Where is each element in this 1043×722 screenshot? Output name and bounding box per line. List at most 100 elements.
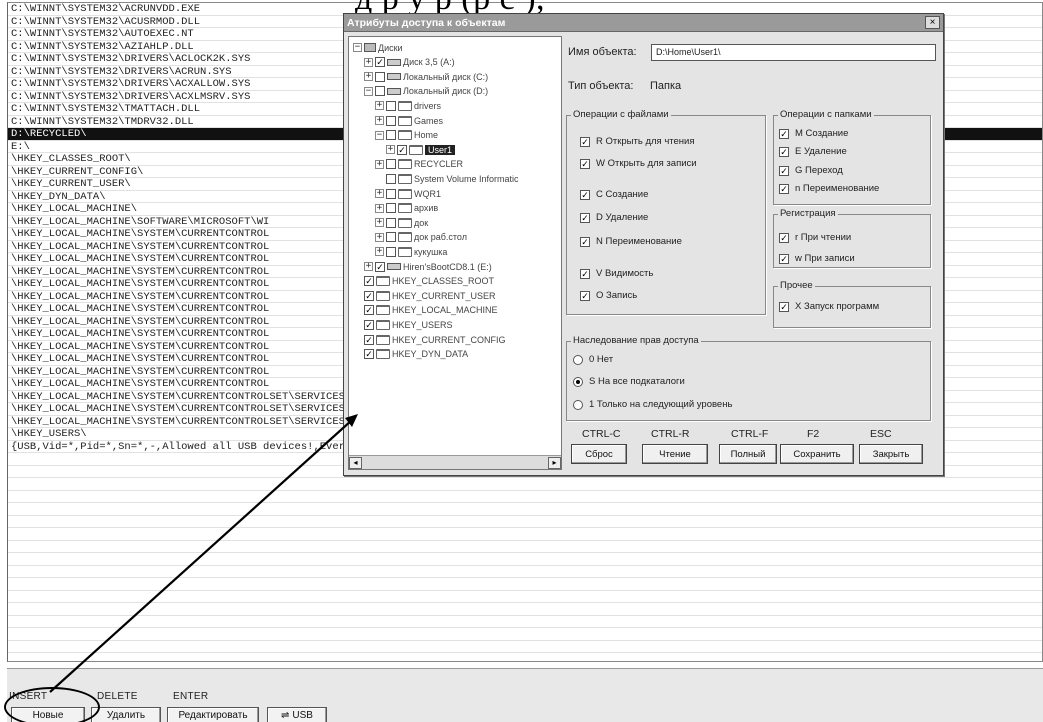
tree-checkbox[interactable] (386, 115, 396, 126)
collapse-icon[interactable]: − (364, 86, 373, 96)
tree-checkbox[interactable] (386, 217, 396, 228)
checkbox-checked-icon[interactable]: ✓ (779, 253, 789, 264)
file-op-checkbox[interactable]: ✓ W Открыть для записи (580, 158, 697, 169)
tree-node[interactable]: + кукушка (375, 245, 447, 258)
scroll-left-icon[interactable]: ◂ (349, 457, 362, 469)
tree-checkbox[interactable]: ✓ (364, 305, 374, 316)
new-button[interactable]: Новые (11, 707, 85, 722)
tree-node[interactable]: + RECYCLER (375, 158, 463, 171)
tree-checkbox[interactable] (386, 232, 396, 243)
inheritance-radio[interactable]: 0 Нет (573, 354, 613, 365)
radio-icon[interactable] (573, 399, 583, 410)
expand-icon[interactable]: + (375, 159, 384, 169)
expand-icon[interactable]: + (375, 116, 384, 125)
reset-button[interactable]: Сброс (571, 444, 627, 464)
expand-icon[interactable]: + (364, 57, 373, 67)
expand-icon[interactable]: + (375, 232, 384, 242)
file-op-checkbox[interactable]: ✓ D Удаление (580, 212, 648, 223)
inheritance-radio[interactable]: 1 Только на следующий уровень (573, 399, 732, 410)
checkbox-checked-icon[interactable]: ✓ (580, 268, 590, 279)
expand-icon[interactable]: + (364, 262, 373, 271)
collapse-icon[interactable]: − (353, 43, 362, 52)
inheritance-radio[interactable]: S На все подкаталоги (573, 376, 685, 387)
tree-node[interactable]: + drivers (375, 99, 441, 112)
radio-icon[interactable] (573, 376, 583, 387)
tree-node[interactable]: + док (375, 216, 428, 229)
delete-button[interactable]: Удалить (91, 707, 161, 722)
checkbox-checked-icon[interactable]: ✓ (779, 146, 789, 157)
expand-icon[interactable]: + (375, 247, 384, 257)
tree-node[interactable]: + Локальный диск (C:) (364, 70, 488, 83)
tree-checkbox[interactable]: ✓ (364, 276, 374, 287)
tree-horizontal-scrollbar[interactable]: ◂ ▸ (349, 455, 561, 469)
tree-node[interactable]: ✓ HKEY_CURRENT_USER (353, 289, 496, 302)
scroll-right-icon[interactable]: ▸ (548, 457, 561, 469)
tree-checkbox[interactable] (375, 71, 385, 82)
folder-op-checkbox[interactable]: ✓ M Создание (779, 128, 848, 139)
save-button[interactable]: Сохранить (780, 444, 854, 464)
expand-icon[interactable]: + (375, 189, 384, 198)
file-op-checkbox[interactable]: ✓ O Запись (580, 290, 637, 301)
collapse-icon[interactable]: − (375, 130, 384, 140)
tree-checkbox[interactable] (386, 159, 396, 170)
tree-checkbox[interactable] (375, 86, 385, 97)
expand-icon[interactable]: + (375, 101, 384, 111)
checkbox-checked-icon[interactable]: ✓ (580, 136, 590, 147)
tree-node[interactable]: ✓ HKEY_CURRENT_CONFIG (353, 333, 506, 346)
tree-node[interactable]: + док раб.стол (375, 231, 467, 244)
tree-node[interactable]: ✓ HKEY_USERS (353, 318, 453, 331)
checkbox-checked-icon[interactable]: ✓ (779, 128, 789, 139)
tree-checkbox[interactable] (386, 188, 396, 199)
usb-button[interactable]: ⇌ USB (267, 707, 327, 722)
file-op-checkbox[interactable]: ✓ N Переименование (580, 236, 682, 247)
tree-node[interactable]: − Локальный диск (D:) (364, 85, 488, 98)
checkbox-checked-icon[interactable]: ✓ (580, 290, 590, 301)
tree-node[interactable]: + архив (375, 202, 438, 215)
checkbox-checked-icon[interactable]: ✓ (580, 189, 590, 200)
tree-node[interactable]: + ✓ User1 (386, 143, 456, 156)
object-tree[interactable]: ✓ HKEY_DYN_DATA ✓ HKEY_CURRENT_CONFIG ✓ HKEY_… (348, 36, 562, 470)
folder-op-checkbox[interactable]: ✓ E Удаление (779, 146, 847, 157)
tree-node[interactable]: − Диски (353, 41, 403, 54)
checkbox-checked-icon[interactable]: ✓ (779, 301, 789, 312)
expand-icon[interactable]: + (375, 203, 384, 213)
checkbox-checked-icon[interactable]: ✓ (580, 236, 590, 247)
tree-node[interactable]: ✓ HKEY_LOCAL_MACHINE (353, 304, 498, 317)
tree-checkbox[interactable] (386, 100, 396, 111)
close-icon[interactable]: × (925, 16, 940, 29)
registration-checkbox[interactable]: ✓ r При чтении (779, 232, 851, 243)
checkbox-checked-icon[interactable]: ✓ (580, 212, 590, 223)
tree-checkbox[interactable]: ✓ (364, 334, 374, 345)
checkbox-checked-icon[interactable]: ✓ (779, 165, 789, 176)
tree-checkbox[interactable]: ✓ (375, 57, 385, 68)
tree-node[interactable]: + WQR1 (375, 187, 441, 200)
tree-node[interactable]: + ✓ Hiren'sBootCD8.1 (E:) (364, 260, 492, 273)
tree-checkbox[interactable] (386, 246, 396, 257)
expand-icon[interactable]: + (375, 218, 384, 228)
checkbox-checked-icon[interactable]: ✓ (580, 158, 590, 169)
expand-icon[interactable]: + (386, 145, 395, 155)
folder-op-checkbox[interactable]: ✓ G Переход (779, 165, 843, 176)
registration-checkbox[interactable]: ✓ w При записи (779, 253, 855, 264)
folder-op-checkbox[interactable]: ✓ n Переименование (779, 183, 879, 194)
tree-checkbox[interactable] (386, 130, 396, 141)
checkbox-checked-icon[interactable]: ✓ (779, 183, 789, 194)
read-button[interactable]: Чтение (642, 444, 708, 464)
file-op-checkbox[interactable]: ✓ R Открыть для чтения (580, 136, 695, 147)
tree-node[interactable]: ✓ HKEY_DYN_DATA (353, 348, 468, 361)
full-button[interactable]: Полный (719, 444, 777, 464)
tree-checkbox[interactable]: ✓ (364, 319, 374, 330)
file-op-checkbox[interactable]: ✓ V Видимость (580, 268, 653, 279)
tree-node[interactable]: ✓ HKEY_CLASSES_ROOT (353, 275, 494, 288)
tree-node[interactable]: − Home (375, 129, 438, 142)
tree-checkbox[interactable]: ✓ (364, 290, 374, 301)
close-button[interactable]: Закрыть (859, 444, 923, 464)
tree-node[interactable]: + Games (375, 114, 443, 127)
expand-icon[interactable]: + (364, 72, 373, 82)
radio-icon[interactable] (573, 354, 583, 365)
object-name-field[interactable]: D:\Home\User1\ (651, 44, 936, 61)
edit-button[interactable]: Редактировать (167, 707, 259, 722)
checkbox-checked-icon[interactable]: ✓ (779, 232, 789, 243)
tree-checkbox[interactable] (386, 173, 396, 184)
tree-checkbox[interactable]: ✓ (397, 144, 407, 155)
